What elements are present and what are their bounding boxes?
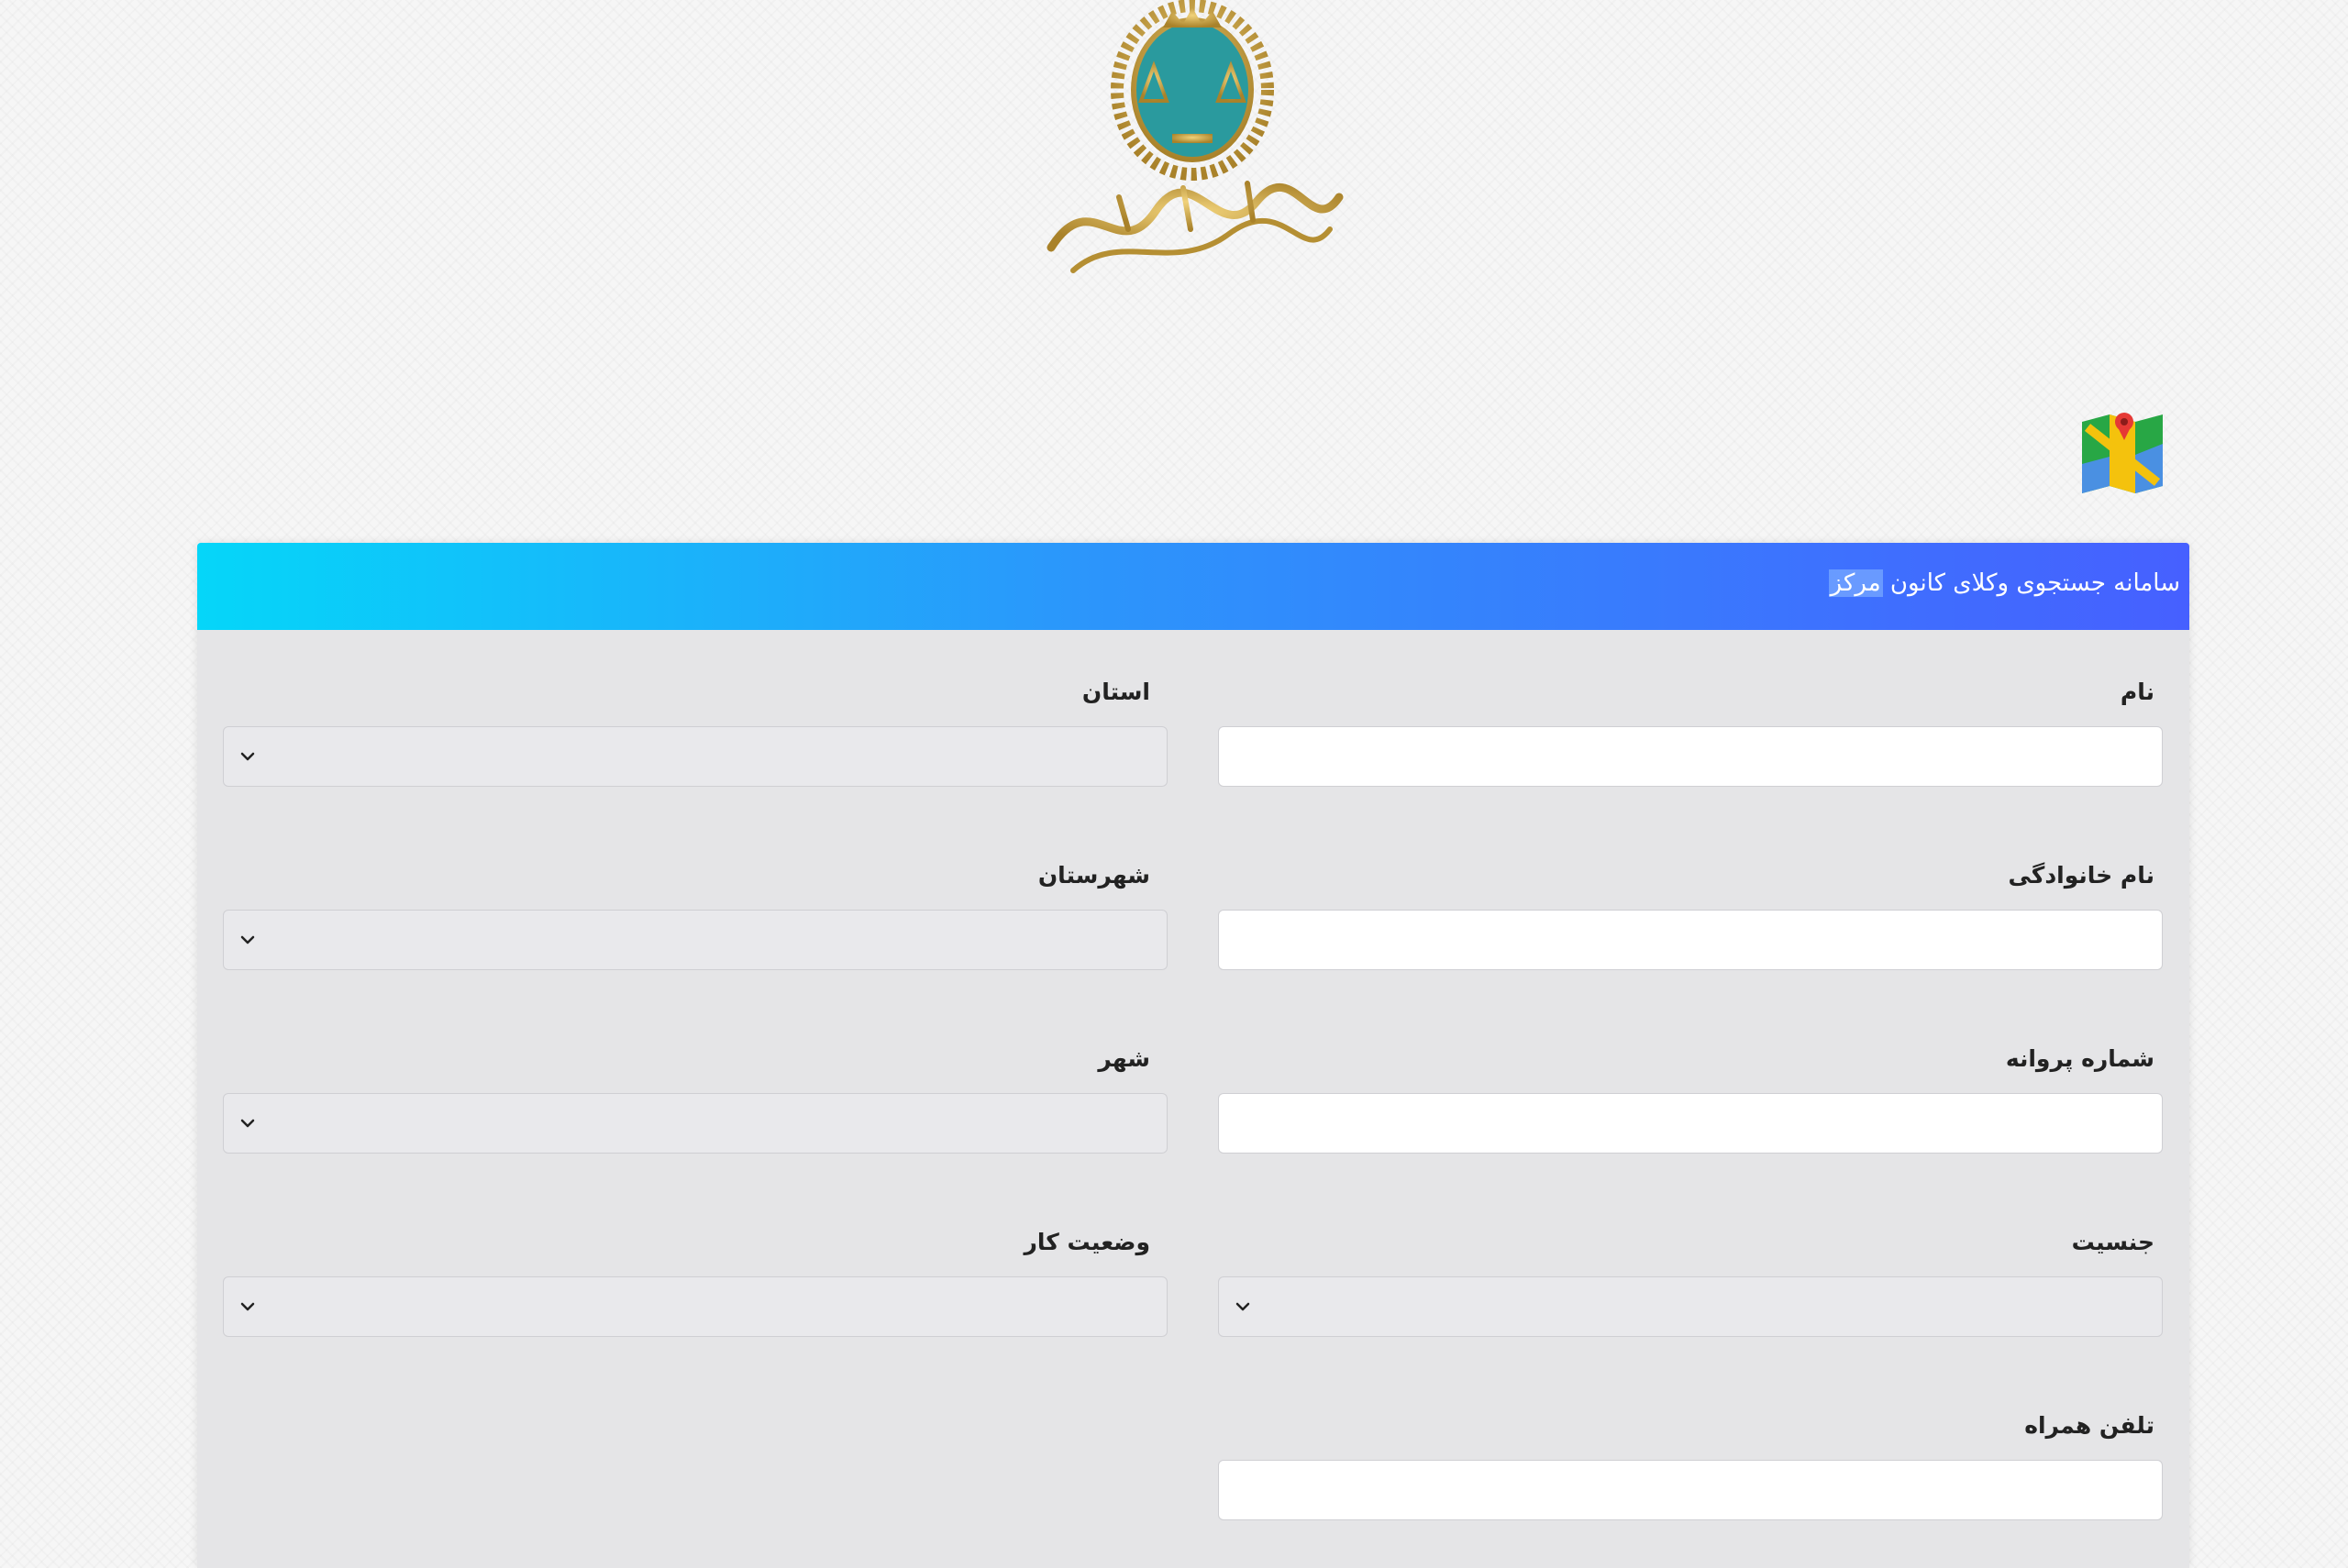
city-select[interactable]: [223, 1093, 1168, 1154]
title-highlight: مرکز: [1828, 569, 1883, 597]
family-name-input[interactable]: [1218, 910, 2163, 970]
search-form-card: سامانه جستجوی وکلای کانون مرکز نام نام خ…: [197, 543, 2189, 1568]
title-text: سامانه جستجوی وکلای کانون: [1882, 569, 2180, 597]
chevron-down-icon: [240, 935, 255, 944]
chevron-down-icon: [1235, 1302, 1250, 1311]
county-label: شهرستان: [1037, 862, 1150, 889]
bar-association-logo: [1036, 0, 1348, 293]
mobile-label: تلفن همراه: [2024, 1412, 2154, 1439]
chevron-down-icon: [240, 1119, 255, 1128]
emblem-icon: [1047, 0, 1344, 273]
gender-select[interactable]: [1218, 1276, 2163, 1337]
map-icon[interactable]: [2078, 409, 2166, 497]
name-label: نام: [2120, 679, 2154, 705]
card-header: سامانه جستجوی وکلای کانون مرکز: [197, 543, 2189, 630]
mobile-input[interactable]: [1218, 1460, 2163, 1520]
city-label: شهر: [1098, 1045, 1150, 1072]
license-number-label: شماره پروانه: [2005, 1045, 2154, 1072]
license-number-input[interactable]: [1218, 1093, 2163, 1154]
chevron-down-icon: [240, 1302, 255, 1311]
county-select[interactable]: [223, 910, 1168, 970]
province-select[interactable]: [223, 726, 1168, 787]
name-input[interactable]: [1218, 726, 2163, 787]
gender-label: جنسیت: [2071, 1229, 2154, 1255]
province-label: استان: [1081, 679, 1150, 705]
chevron-down-icon: [240, 752, 255, 761]
family-name-label: نام خانوادگی: [2008, 862, 2155, 889]
work-status-label: وضعیت کار: [1024, 1229, 1151, 1255]
page-title: سامانه جستجوی وکلای کانون مرکز: [1828, 565, 2180, 602]
work-status-select[interactable]: [223, 1276, 1168, 1337]
